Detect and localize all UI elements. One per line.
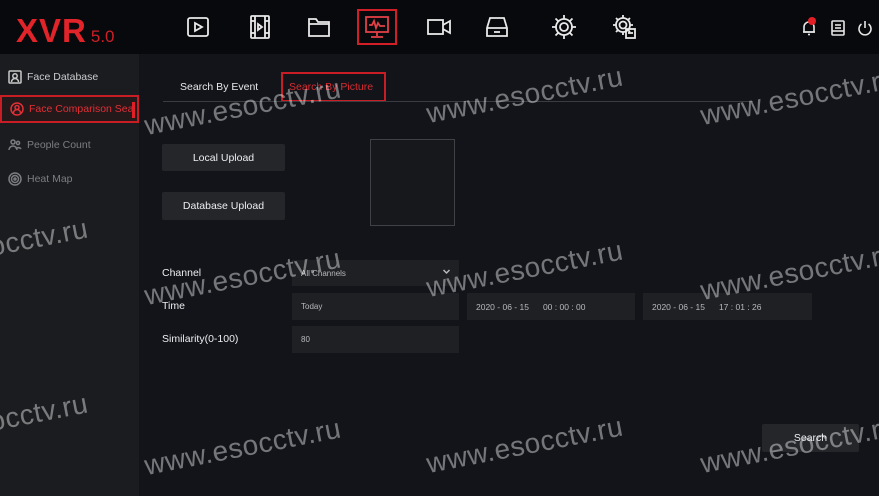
- face-database-icon: [8, 70, 22, 84]
- camera-icon[interactable]: [419, 9, 459, 45]
- hdd-icon[interactable]: [477, 9, 517, 45]
- chevron-down-icon: [442, 267, 451, 276]
- alarm-bell-icon[interactable]: [800, 17, 818, 37]
- similarity-label: Similarity(0-100): [162, 333, 239, 345]
- face-comparison-icon: [10, 102, 24, 116]
- similarity-input[interactable]: 80: [292, 326, 459, 353]
- search-button[interactable]: Search: [762, 424, 859, 452]
- active-indicator: [132, 102, 135, 118]
- power-icon[interactable]: [856, 19, 874, 37]
- top-bar: XVR 5.0: [0, 0, 879, 54]
- play-icon[interactable]: [178, 9, 218, 45]
- film-icon[interactable]: [240, 9, 280, 45]
- time-select-value: Today: [301, 302, 323, 311]
- similarity-value: 80: [301, 335, 310, 344]
- local-upload-button[interactable]: Local Upload: [162, 144, 285, 171]
- logo-text: XVR: [16, 12, 87, 49]
- tab-search-by-event[interactable]: Search By Event: [180, 81, 258, 93]
- picture-preview: [370, 139, 455, 226]
- channel-select-value: All Channels: [301, 268, 346, 278]
- start-datetime-field[interactable]: 2020 - 06 - 15 00 : 00 : 00: [467, 293, 635, 320]
- gear-settings-icon[interactable]: [604, 9, 644, 45]
- start-time: 00 : 00 : 00: [542, 301, 586, 312]
- heat-map-icon: [8, 172, 22, 186]
- time-select[interactable]: Today: [292, 293, 459, 320]
- alarm-badge: [808, 17, 816, 25]
- tab-search-by-picture[interactable]: Search By Picture: [281, 72, 386, 102]
- time-label: Time: [162, 300, 185, 312]
- sidebar-item-label: Heat Map: [27, 173, 73, 185]
- end-datetime-field[interactable]: 2020 - 06 - 15 17 : 01 : 26: [643, 293, 812, 320]
- sidebar-item-face-database[interactable]: Face Database: [0, 63, 139, 91]
- gear-icon[interactable]: [544, 9, 584, 45]
- info-display-icon[interactable]: [829, 19, 847, 37]
- sidebar-item-face-comparison[interactable]: Face Comparison Sea: [0, 95, 139, 123]
- database-upload-button[interactable]: Database Upload: [162, 192, 285, 220]
- sidebar-item-heat-map[interactable]: Heat Map: [0, 165, 139, 193]
- sidebar-item-label: Face Database: [27, 71, 99, 83]
- main-panel: Search By Event Search By Picture Local …: [139, 54, 879, 496]
- start-date: 2020 - 06 - 15: [476, 301, 529, 312]
- channel-select[interactable]: All Channels: [292, 260, 459, 286]
- app-logo: XVR 5.0: [16, 12, 115, 49]
- sidebar-item-people-count[interactable]: People Count: [0, 131, 139, 159]
- sidebar: Face Database Face Comparison Sea People…: [0, 54, 139, 496]
- end-time: 17 : 01 : 26: [718, 301, 762, 312]
- people-count-icon: [8, 138, 22, 152]
- folder-icon[interactable]: [299, 9, 339, 45]
- monitor-waveform-icon[interactable]: [357, 9, 397, 45]
- sidebar-item-label: People Count: [27, 139, 91, 151]
- sidebar-item-label: Face Comparison Sea: [29, 103, 134, 115]
- tab-divider: [163, 101, 753, 102]
- channel-label: Channel: [162, 267, 202, 279]
- end-date: 2020 - 06 - 15: [652, 301, 705, 312]
- logo-version: 5.0: [90, 27, 115, 46]
